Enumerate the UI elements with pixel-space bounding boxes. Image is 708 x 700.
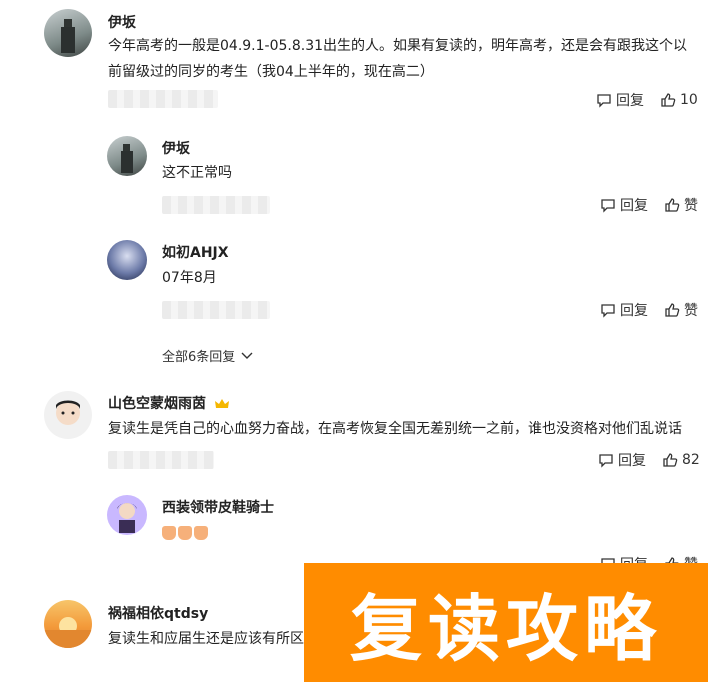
thumbs-up-icon: [665, 198, 680, 212]
show-all-replies-label: 全部6条回复: [162, 350, 236, 365]
username[interactable]: 伊坂: [162, 138, 190, 158]
thumbs-up-icon: [665, 303, 680, 317]
reply-actions: 回复 赞: [600, 300, 698, 320]
thumbs-up-icon: [661, 93, 676, 107]
reply-button[interactable]: 回复: [600, 300, 648, 320]
comment-text: 今年高考的一般是04.9.1-05.8.31出生的人。如果有复读的，明年高考，还…: [108, 38, 688, 80]
comment-actions: 回复 82: [598, 450, 700, 470]
clap-icon: [162, 526, 176, 540]
reply-button[interactable]: 回复: [596, 90, 644, 110]
username[interactable]: 祸福相依qtdsy: [108, 603, 208, 623]
reply-text: 07年8月: [162, 270, 217, 286]
username[interactable]: 伊坂: [108, 12, 136, 32]
comment-meta: [108, 451, 214, 469]
like-count: 10: [680, 92, 698, 108]
reply-label: 回复: [618, 453, 646, 469]
reply-text: 这不正常吗: [162, 165, 232, 181]
avatar[interactable]: [107, 240, 147, 280]
overlay-title: 复读攻略: [349, 587, 662, 671]
comment-icon: [601, 199, 615, 213]
comment-text: 复读生是凭自己的心血努力奋战，在高考恢复全国无差别统一之前，谁也没资格对他们乱说…: [108, 421, 682, 437]
reply-emoji: [162, 520, 210, 546]
like-button[interactable]: 赞: [664, 300, 698, 320]
reply-button[interactable]: 回复: [598, 450, 646, 470]
username[interactable]: 如初AHJX: [162, 242, 229, 262]
reply-actions: 回复 赞: [600, 195, 698, 215]
comment-text: 复读生和应届生还是应该有所区: [108, 631, 304, 647]
username[interactable]: 西装领带皮鞋骑士: [162, 497, 274, 517]
like-button[interactable]: 10: [660, 92, 698, 108]
comment-icon: [599, 454, 613, 468]
reply-label: 回复: [616, 93, 644, 109]
avatar[interactable]: [44, 600, 92, 648]
reply-button[interactable]: 回复: [600, 195, 648, 215]
comment-actions: 回复 10: [596, 90, 698, 110]
show-all-replies[interactable]: 全部6条回复: [162, 346, 253, 365]
username-label: 山色空蒙烟雨茵: [108, 396, 206, 412]
avatar[interactable]: [107, 495, 147, 535]
avatar[interactable]: [44, 391, 92, 439]
reply-label: 回复: [620, 303, 648, 319]
avatar[interactable]: [107, 136, 147, 176]
reply-label: 回复: [620, 198, 648, 214]
like-label: 赞: [684, 303, 698, 319]
clap-icon: [178, 526, 192, 540]
like-label: 赞: [684, 198, 698, 214]
like-button[interactable]: 82: [662, 452, 700, 468]
username[interactable]: 山色空蒙烟雨茵: [108, 393, 229, 413]
crown-icon: [214, 399, 229, 408]
like-count: 82: [682, 452, 700, 468]
avatar[interactable]: [44, 9, 92, 57]
reply-meta: [162, 301, 270, 319]
thumbs-up-icon: [663, 453, 678, 467]
comment-meta: [108, 90, 218, 108]
chevron-down-icon: [241, 352, 253, 359]
reply-meta: [162, 196, 270, 214]
comment-icon: [601, 304, 615, 318]
overlay-banner: 复读攻略: [304, 563, 708, 682]
like-button[interactable]: 赞: [664, 195, 698, 215]
clap-icon: [194, 526, 208, 540]
comment-icon: [597, 94, 611, 108]
